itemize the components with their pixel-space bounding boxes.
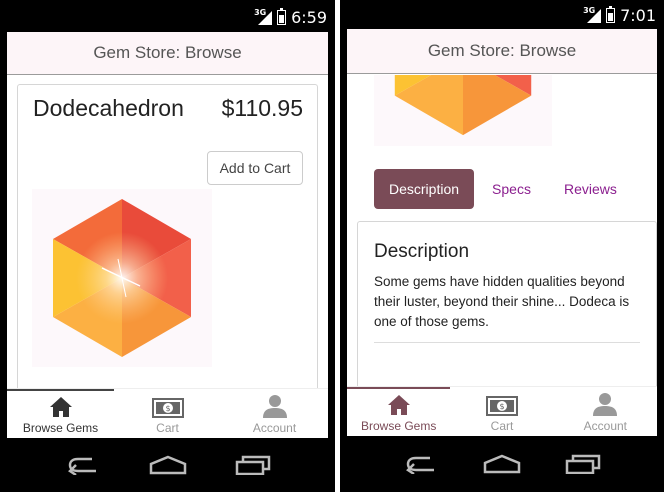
system-nav-bar bbox=[340, 436, 664, 492]
scroll-content[interactable]: Description Specs Reviews Description So… bbox=[347, 75, 657, 386]
status-time: 7:01 bbox=[620, 6, 656, 25]
app-bar: Gem Store: Browse bbox=[347, 29, 657, 74]
money-icon: $ bbox=[151, 398, 184, 418]
description-panel: Description Some gems have hidden qualit… bbox=[357, 221, 657, 386]
back-button[interactable] bbox=[63, 450, 103, 480]
nav-cart[interactable]: $ Cart bbox=[114, 389, 221, 438]
gem-name: Dodecahedron bbox=[33, 95, 184, 121]
tab-specs[interactable]: Specs bbox=[477, 169, 546, 209]
nav-label-browse: Browse Gems bbox=[22, 421, 99, 435]
tab-description[interactable]: Description bbox=[374, 169, 475, 209]
phone-screen-description: 3G 7:01 Gem Store: Browse Description Sp… bbox=[340, 0, 664, 492]
person-icon bbox=[593, 393, 618, 416]
status-time: 6:59 bbox=[291, 8, 327, 27]
gem-hexagon-icon bbox=[53, 199, 191, 357]
app-title: Gem Store: Browse bbox=[427, 41, 577, 60]
recents-button[interactable] bbox=[233, 450, 273, 480]
status-bar: 3G 7:01 bbox=[340, 0, 664, 32]
battery-icon bbox=[606, 6, 616, 23]
svg-text:$: $ bbox=[499, 402, 504, 411]
bottom-nav: Browse Gems $ Cart Account bbox=[347, 386, 657, 436]
money-icon: $ bbox=[485, 396, 518, 416]
app-screen: Gem Store: Browse Description Specs Revi… bbox=[347, 29, 657, 436]
nav-browse-gems[interactable]: Browse Gems bbox=[347, 387, 451, 436]
recents-icon bbox=[566, 454, 601, 474]
home-outline-icon bbox=[483, 454, 521, 474]
gem-hexagon-icon bbox=[394, 75, 532, 136]
person-icon bbox=[262, 395, 287, 418]
battery-icon bbox=[277, 8, 287, 25]
tab-bar: Description Specs Reviews bbox=[374, 169, 635, 209]
home-outline-icon bbox=[149, 455, 186, 475]
home-icon bbox=[49, 397, 72, 417]
nav-label-cart: Cart bbox=[156, 421, 179, 435]
signal-icon: 3G bbox=[583, 6, 602, 23]
bottom-nav: Browse Gems $ Cart Account bbox=[7, 388, 328, 438]
app-bar: Gem Store: Browse bbox=[7, 32, 328, 75]
back-arrow-icon bbox=[67, 457, 96, 475]
nav-label-account: Account bbox=[583, 419, 627, 433]
nav-account[interactable]: Account bbox=[221, 389, 328, 438]
description-body: Some gems have hidden qualities beyond t… bbox=[374, 274, 630, 329]
gem-image[interactable] bbox=[374, 75, 552, 146]
recents-icon bbox=[235, 455, 270, 475]
phone-screen-browse: 3G 6:59 Gem Store: Browse Dodecahedron $… bbox=[0, 0, 335, 492]
description-heading: Description bbox=[374, 241, 470, 262]
tab-reviews[interactable]: Reviews bbox=[549, 169, 632, 209]
system-nav-bar bbox=[0, 438, 335, 492]
home-button[interactable] bbox=[148, 450, 188, 480]
home-icon bbox=[387, 395, 410, 415]
home-button[interactable] bbox=[482, 449, 522, 479]
back-arrow-icon bbox=[405, 456, 434, 474]
nav-account[interactable]: Account bbox=[554, 387, 657, 436]
gem-image[interactable] bbox=[32, 189, 212, 367]
gem-price: $110.95 bbox=[221, 95, 303, 121]
nav-cart[interactable]: $ Cart bbox=[450, 387, 553, 436]
gem-card: Dodecahedron $110.95 Add to Cart bbox=[17, 84, 318, 438]
signal-icon: 3G bbox=[254, 8, 273, 25]
status-bar: 3G 6:59 bbox=[0, 0, 335, 32]
nav-label-browse: Browse Gems bbox=[360, 419, 437, 433]
svg-text:$: $ bbox=[165, 404, 170, 413]
back-button[interactable] bbox=[401, 449, 441, 479]
nav-label-cart: Cart bbox=[490, 419, 514, 433]
recents-button[interactable] bbox=[563, 449, 603, 479]
nav-label-account: Account bbox=[252, 421, 297, 435]
divider bbox=[374, 342, 640, 343]
add-to-cart-button[interactable]: Add to Cart bbox=[207, 151, 303, 185]
app-screen: Gem Store: Browse Dodecahedron $110.95 A… bbox=[7, 32, 328, 438]
app-title: Gem Store: Browse bbox=[93, 43, 242, 62]
nav-browse-gems[interactable]: Browse Gems bbox=[7, 389, 114, 438]
